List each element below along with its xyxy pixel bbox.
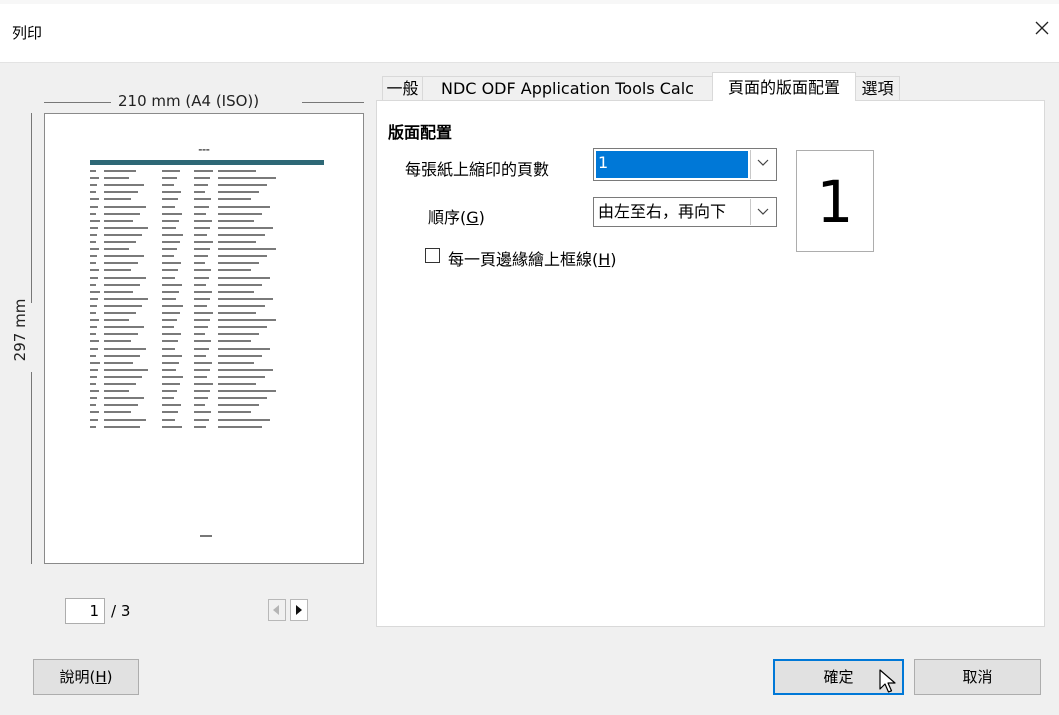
order-select[interactable]: 由左至右，再向下 [593, 197, 777, 227]
section-title: 版面配置 [388, 123, 453, 142]
pages-per-sheet-select[interactable]: 1 [593, 148, 777, 181]
thumbnail-row [90, 276, 324, 279]
thumbnail-row [90, 170, 324, 172]
paper-width-label: 210 mm (A4 (ISO)) [118, 92, 260, 110]
tab-page-layout[interactable]: 頁面的版面配置 [712, 72, 856, 101]
next-page-button[interactable] [290, 599, 308, 621]
thumbnail-row [90, 383, 324, 385]
thumbnail-row [90, 368, 324, 371]
thumbnail-row [90, 425, 324, 428]
thumbnail-row [90, 283, 324, 286]
width-dimension-line-left [44, 102, 111, 103]
pages-per-sheet-value: 1 [596, 151, 748, 178]
thumbnail-row [90, 312, 324, 314]
order-value: 由左至右，再向下 [598, 202, 727, 221]
previous-page-button[interactable] [268, 599, 286, 621]
thumbnail-row [90, 290, 324, 293]
thumbnail-row [90, 390, 324, 393]
thumbnail-row [90, 198, 324, 201]
thumbnail-row [90, 375, 324, 378]
thumbnail-row [90, 340, 324, 343]
pages-per-sheet-preview: 1 [796, 150, 874, 252]
triangle-left-icon [273, 605, 279, 615]
thumbnail-title-line: ▬▬▬ [198, 147, 210, 152]
close-icon[interactable] [1030, 16, 1054, 40]
dropdown-arrow[interactable] [750, 199, 775, 225]
thumbnail-row [90, 333, 324, 336]
window-title: 列印 [12, 24, 43, 42]
page-thumbnail: ▬▬▬ [50, 119, 358, 558]
draw-border-label[interactable]: 每一頁邊緣繪上框線(H) [448, 246, 617, 270]
thumbnail-row [90, 255, 324, 258]
thumbnail-row [90, 347, 324, 350]
paper-height-label: 297 mm [11, 298, 29, 362]
thumbnail-row [90, 354, 324, 357]
thumbnail-row [90, 297, 324, 300]
cancel-button[interactable]: 取消 [914, 659, 1041, 695]
thumbnail-row [90, 177, 324, 180]
thumbnail-row [90, 397, 324, 400]
triangle-right-icon [296, 605, 302, 615]
thumbnail-row [90, 219, 324, 222]
tab-general[interactable]: 一般 [382, 76, 423, 100]
chevron-down-icon [757, 159, 769, 166]
pages-per-sheet-label: 每張紙上縮印的頁數 [405, 160, 550, 179]
page-number-input[interactable]: 1 [65, 598, 105, 624]
thumbnail-row [90, 184, 324, 187]
height-dimension-line-bottom [31, 372, 32, 564]
top-strip [0, 0, 1059, 4]
thumbnail-row [90, 248, 324, 251]
print-preview: ▬▬▬ [44, 113, 364, 564]
thumbnail-row [90, 241, 324, 243]
page-total-label: / 3 [111, 602, 131, 620]
thumbnail-row [90, 269, 324, 272]
thumbnail-row [90, 205, 324, 208]
thumbnail-row [90, 262, 324, 265]
help-button[interactable]: 說明(H) [33, 659, 139, 695]
thumbnail-row [90, 226, 324, 229]
chevron-down-icon [757, 208, 769, 215]
thumbnail-row [90, 233, 324, 236]
height-dimension-line-top [31, 113, 32, 303]
tab-ndc-odf-application-tools-calc[interactable]: NDC ODF Application Tools Calc [422, 76, 713, 100]
thumbnail-row [90, 326, 324, 329]
thumbnail-row [90, 404, 324, 407]
thumbnail-page-number [200, 535, 212, 537]
thumbnail-table-header [90, 160, 324, 165]
order-label: 順序(G) [428, 208, 485, 227]
title-bar: 列印 [0, 0, 1059, 63]
thumbnail-row [90, 411, 324, 414]
tab-options[interactable]: 選項 [855, 76, 900, 100]
thumbnail-row [90, 191, 324, 194]
thumbnail-row [90, 361, 324, 364]
mouse-cursor-icon [879, 669, 899, 699]
thumbnail-row [90, 418, 324, 421]
width-dimension-line-right [302, 102, 364, 103]
thumbnail-row [90, 304, 324, 307]
thumbnail-row [90, 319, 324, 322]
draw-border-checkbox[interactable] [425, 248, 440, 263]
dropdown-arrow[interactable] [750, 150, 775, 179]
thumbnail-row [90, 212, 324, 215]
